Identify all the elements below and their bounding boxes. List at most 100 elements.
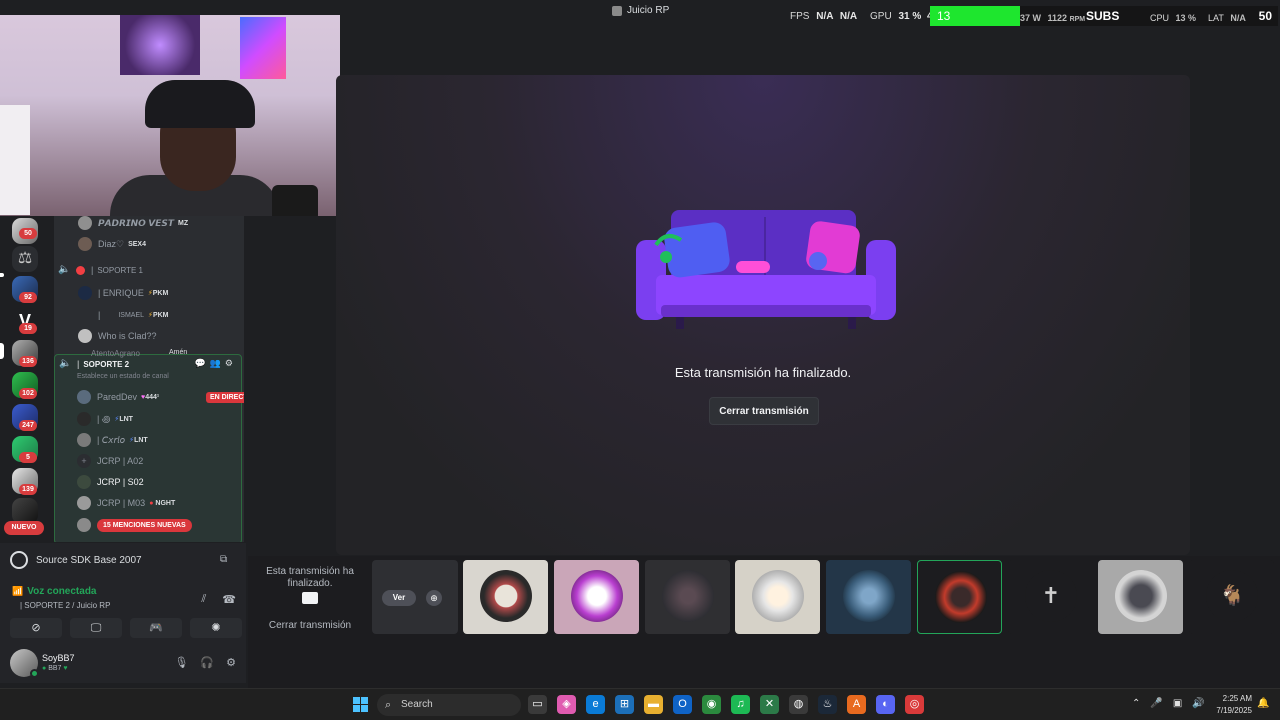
- close-stream-button[interactable]: Cerrar transmisión: [709, 397, 819, 425]
- task-view-icon[interactable]: ▭: [528, 695, 547, 714]
- username[interactable]: SoyBB7: [42, 653, 75, 663]
- voice-user-row[interactable]: | ENRIQUE ⚡ PKM: [78, 284, 244, 302]
- file-explorer-icon[interactable]: ▬: [644, 695, 663, 714]
- server-icon-scales[interactable]: ⚖: [12, 246, 38, 272]
- gpu-extra-readout: 37 W 1122 RPM: [1020, 13, 1085, 23]
- voice-channel-path[interactable]: | SOPORTE 2 / Juicio RP: [20, 601, 110, 610]
- network-icon[interactable]: ▣: [1173, 698, 1182, 709]
- voice-user-row[interactable]: Who is Clad??: [78, 327, 244, 345]
- channel-actions-icons[interactable]: 💬👥⚙: [195, 358, 237, 369]
- source-app-icon: [10, 551, 28, 569]
- ended-close-stream-button[interactable]: Cerrar transmisión: [254, 620, 366, 631]
- microphone-tray-icon[interactable]: 🎤: [1150, 698, 1162, 709]
- popout-icon[interactable]: ⊕: [426, 590, 442, 606]
- watch-stream-button[interactable]: Ver: [382, 590, 416, 606]
- set-channel-status[interactable]: Establece un estado de canal: [77, 373, 169, 380]
- outlook-icon[interactable]: O: [673, 695, 692, 714]
- voice-user-row[interactable]: JCRP | M03 ● NGHT: [77, 494, 244, 512]
- dragging-user-name: AtentoAgrano: [91, 349, 140, 358]
- cpu-readout: CPU 13 %: [1150, 13, 1196, 23]
- subs-title: SUBS: [1086, 9, 1120, 23]
- ended-stream-tile[interactable]: Esta transmisión ha finalizado. Cerrar t…: [254, 560, 366, 634]
- participant-strip: Esta transmisión ha finalizado. Cerrar t…: [248, 556, 1280, 688]
- screen-share-icon[interactable]: 🖵: [70, 618, 122, 638]
- voice-user-row[interactable]: + JCRP | A02: [77, 452, 244, 470]
- participant-avatar: [843, 570, 895, 622]
- settings-gear-icon[interactable]: ⚙: [226, 656, 236, 669]
- participant-tile[interactable]: [826, 560, 911, 634]
- store-icon[interactable]: ⊞: [615, 695, 634, 714]
- headphones-icon[interactable]: 🎧: [200, 656, 214, 669]
- activities-icon[interactable]: 🎮: [130, 618, 182, 638]
- user-tag: MZ: [178, 219, 189, 227]
- voice-user-row[interactable]: JCRP | S02: [77, 473, 244, 491]
- stream-preview-tile[interactable]: Ver ⊕: [372, 560, 458, 634]
- obs-icon[interactable]: ◍: [789, 695, 808, 714]
- voice-channel-soporte-1[interactable]: 🔈 | SOPORTE 1: [54, 261, 240, 279]
- stream-stage: Esta transmisión ha finalizado. Cerrar t…: [336, 75, 1190, 555]
- participant-tile[interactable]: [463, 560, 548, 634]
- user-avatar: [78, 329, 92, 343]
- notifications-icon[interactable]: 🔔: [1257, 698, 1269, 709]
- participant-tile[interactable]: [554, 560, 639, 634]
- volume-icon[interactable]: 🔊: [1192, 698, 1204, 709]
- steam-icon[interactable]: ♨: [818, 695, 837, 714]
- cpu-value: 13 %: [1175, 13, 1197, 23]
- spotify-icon[interactable]: ♫: [731, 695, 750, 714]
- user-tag: SEX4: [128, 240, 146, 248]
- camera-off-icon[interactable]: ⊘: [10, 618, 62, 638]
- participant-avatar: [1115, 570, 1167, 622]
- voice-user-row[interactable]: | 𝘊𝘹𝘳𝘭𝘰 ⚡ LNT: [77, 431, 244, 449]
- noise-suppression-icon[interactable]: ⫽: [201, 593, 206, 606]
- voice-user-row[interactable]: ParedDev ♥ 444¹ EN DIRECTO: [77, 388, 244, 406]
- voice-user-row[interactable]: Diaz♡ SEX4 ⊘: [78, 235, 244, 253]
- copilot-icon[interactable]: ◈: [557, 695, 576, 714]
- fps-readout: FPS N/A N/A: [790, 11, 857, 22]
- participant-avatar: [662, 570, 714, 622]
- user-status-line: ● BB7 ♥: [42, 665, 68, 672]
- edge-icon[interactable]: e: [586, 695, 605, 714]
- discord-icon[interactable]: ◐: [876, 695, 895, 714]
- signal-icon: 📶: [12, 586, 24, 596]
- chrome-icon[interactable]: ◉: [702, 695, 721, 714]
- speaking-participant-tile[interactable]: [917, 560, 1002, 634]
- user-avatar: [78, 216, 92, 230]
- lat-value: N/A: [1230, 13, 1246, 23]
- stream-settings-icon[interactable]: ⧉: [220, 554, 234, 566]
- participant-tile[interactable]: [1098, 560, 1183, 634]
- voice-user-row[interactable]: 𝙋𝘼𝘿𝙍𝙄𝙉𝙊 𝙑𝙀𝙎𝙏 MZ ⊘: [78, 216, 244, 232]
- tray-expand-icon[interactable]: ⌃: [1132, 698, 1140, 709]
- new-servers-badge[interactable]: NUEVO: [4, 521, 44, 535]
- user-name: 𝙋𝘼𝘿𝙍𝙄𝙉𝙊 𝙑𝙀𝙎𝙏: [98, 217, 174, 228]
- subs-current: 13: [937, 9, 951, 23]
- participant-tile[interactable]: [735, 560, 820, 634]
- channel-prefix: |: [77, 359, 80, 369]
- app-icon[interactable]: A: [847, 695, 866, 714]
- disconnect-icon[interactable]: ☎: [222, 593, 236, 606]
- search-icon: ⌕: [385, 699, 392, 711]
- participant-tile[interactable]: [645, 560, 730, 634]
- participant-avatar: 🐐: [1206, 570, 1258, 622]
- microphone-icon[interactable]: 🎙: [174, 656, 188, 669]
- taskbar-search[interactable]: ⌕ Search: [377, 694, 521, 716]
- fps-label: FPS: [790, 11, 810, 22]
- server-badge-4: 136: [19, 356, 37, 367]
- soundboard-icon[interactable]: ✺: [190, 618, 242, 638]
- xbox-icon[interactable]: ✕: [760, 695, 779, 714]
- participant-tile[interactable]: ✝: [1008, 560, 1093, 634]
- voice-user-row[interactable]: | ISMAEL ⚡ PKM: [98, 306, 244, 324]
- server-badge-8: 139: [19, 484, 37, 495]
- user-avatar: [78, 237, 92, 251]
- voice-user-row[interactable]: | ꩜ ⚡ LNT: [77, 410, 244, 428]
- voice-connected-status[interactable]: 📶 Voz conectada: [12, 586, 97, 597]
- system-clock[interactable]: 2:25 AM 7/19/2025: [1212, 693, 1252, 717]
- source-app-icon[interactable]: ◎: [905, 695, 924, 714]
- fps-value: N/A: [816, 11, 834, 22]
- live-badge[interactable]: EN DIRECTO: [205, 391, 244, 403]
- participant-tile[interactable]: 🐐: [1189, 560, 1274, 634]
- participant-avatar: [571, 570, 623, 622]
- voice-channel-soporte-2[interactable]: 🔈 | SOPORTE 2 AtentoAgrano Amén 💬👥⚙: [55, 349, 241, 373]
- voice-user-row[interactable]: 15 MENCIONES NUEVAS: [77, 516, 244, 534]
- new-mentions-badge[interactable]: 15 MENCIONES NUEVAS: [97, 518, 192, 532]
- start-button[interactable]: [353, 697, 368, 712]
